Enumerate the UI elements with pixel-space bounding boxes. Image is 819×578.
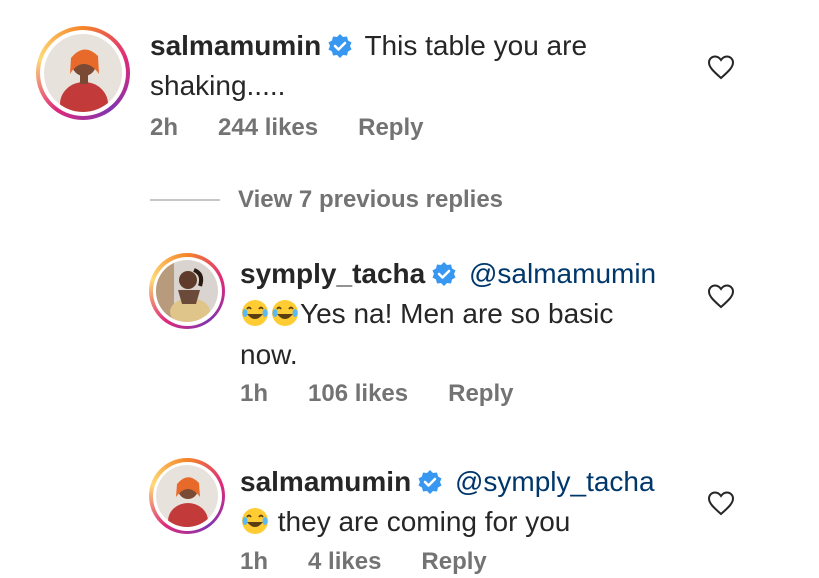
comment-meta: 1h 106 likes Reply: [240, 380, 513, 408]
verified-badge-icon: [327, 32, 353, 68]
profile-photo: [44, 34, 122, 112]
joy-emoji: [240, 298, 270, 337]
view-replies-label: View 7 previous replies: [238, 186, 504, 213]
avatar[interactable]: [36, 26, 130, 120]
comment-body: they are coming for you: [270, 506, 571, 537]
mention-link[interactable]: @symply_tacha: [455, 466, 655, 497]
comment-time: 1h: [240, 380, 269, 407]
reply-button[interactable]: Reply: [421, 548, 486, 576]
verified-badge-icon: [431, 260, 457, 296]
profile-photo: [156, 260, 218, 322]
avatar[interactable]: [149, 458, 225, 534]
verified-badge-icon: [417, 468, 443, 504]
divider-line: [150, 199, 220, 201]
comment-likes[interactable]: 244 likes: [218, 114, 318, 142]
comment-body-cont: shaking.....: [150, 70, 286, 101]
comment-username[interactable]: symply_tacha: [240, 258, 425, 289]
joy-emoji: [270, 298, 300, 337]
avatar[interactable]: [149, 253, 225, 329]
comment-username[interactable]: salmamumin: [150, 30, 321, 61]
comment-body: Yes na! Men are so basic: [300, 298, 614, 329]
comment-time: 1h: [240, 548, 269, 575]
comment-meta: 2h 244 likes Reply: [150, 114, 423, 142]
heart-outline-icon[interactable]: [707, 54, 735, 85]
heart-outline-icon[interactable]: [707, 490, 735, 521]
reply-button[interactable]: Reply: [448, 380, 513, 408]
view-previous-replies[interactable]: View 7 previous replies: [150, 186, 503, 214]
comment-meta: 1h 4 likes Reply: [240, 548, 487, 576]
reply-button[interactable]: Reply: [358, 114, 423, 142]
comment-text: salmamumin @symply_tacha they are coming…: [240, 464, 700, 545]
comment-body: This table you are: [364, 30, 588, 61]
comment-username[interactable]: salmamumin: [240, 466, 411, 497]
profile-photo: [156, 465, 218, 527]
comment-likes[interactable]: 4 likes: [308, 548, 381, 576]
heart-outline-icon[interactable]: [707, 283, 735, 314]
comment-body-cont: now.: [240, 339, 298, 370]
mention-link[interactable]: @salmamumin: [469, 258, 656, 289]
comment-likes[interactable]: 106 likes: [308, 380, 408, 408]
comment-text: symply_tacha @salmamumin Yes na! Men are…: [240, 256, 700, 373]
joy-emoji: [240, 506, 270, 545]
comment-time: 2h: [150, 114, 179, 141]
comment-text: salmamumin This table you are shaking...…: [150, 28, 690, 104]
